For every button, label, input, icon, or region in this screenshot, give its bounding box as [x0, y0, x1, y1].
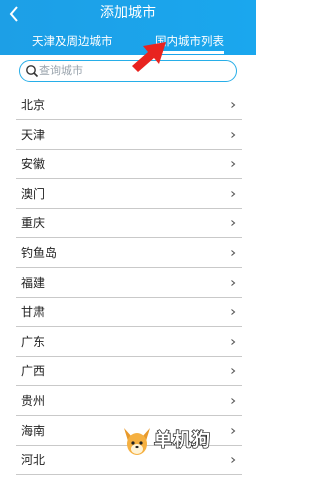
chevron-right-icon: [231, 457, 236, 464]
city-row[interactable]: 澳门: [0, 179, 256, 209]
city-row[interactable]: 安徽: [0, 149, 256, 180]
chevron-right-icon: [231, 190, 236, 197]
city-name: 钓鱼岛: [21, 246, 58, 260]
city-name: 广东: [21, 334, 46, 349]
chevron-right-icon: [231, 427, 236, 434]
tab-nearby-cities[interactable]: 天津及周边城市: [32, 34, 113, 48]
dog-logo-icon: [124, 428, 150, 455]
search-icon: [26, 65, 39, 78]
city-name: 贵州: [21, 394, 46, 408]
city-row[interactable]: 广东: [0, 327, 256, 357]
city-name: 甘肃: [21, 305, 46, 320]
annotation-arrow-icon: [132, 42, 166, 72]
city-name: 广西: [21, 364, 46, 379]
city-row[interactable]: 甘肃: [0, 297, 256, 328]
city-row[interactable]: 重庆: [0, 208, 256, 239]
city-row[interactable]: 天津: [0, 120, 256, 150]
city-row[interactable]: 钓鱼岛: [0, 238, 256, 268]
city-name: 重庆: [21, 216, 46, 231]
chevron-right-icon: [231, 131, 236, 138]
chevron-right-icon: [231, 368, 236, 375]
city-name: 北京: [21, 98, 46, 112]
watermark: 单机狗: [120, 425, 230, 460]
city-name: 福建: [21, 275, 46, 290]
chevron-right-icon: [231, 250, 236, 256]
city-name: 澳门: [21, 186, 46, 201]
city-name: 海南: [21, 423, 46, 438]
city-name: 河北: [21, 453, 46, 468]
city-row[interactable]: 贵州: [0, 386, 256, 416]
chevron-right-icon: [231, 309, 236, 316]
city-row[interactable]: 北京: [0, 90, 256, 120]
city-name: 天津: [21, 127, 46, 142]
chevron-right-icon: [231, 220, 236, 227]
page-title: 添加城市: [100, 5, 156, 21]
row-divider: [16, 474, 242, 476]
city-row[interactable]: 广西: [0, 356, 256, 387]
chevron-right-icon: [231, 279, 236, 286]
chevron-right-icon: [231, 338, 236, 345]
city-row[interactable]: 福建: [0, 268, 256, 298]
chevron-right-icon: [231, 161, 236, 168]
city-name: 安徽: [21, 157, 46, 172]
watermark-text: 单机狗: [153, 429, 211, 451]
chevron-right-icon: [231, 102, 236, 108]
chevron-right-icon: [231, 398, 236, 404]
search-placeholder: 查询城市: [39, 64, 83, 77]
